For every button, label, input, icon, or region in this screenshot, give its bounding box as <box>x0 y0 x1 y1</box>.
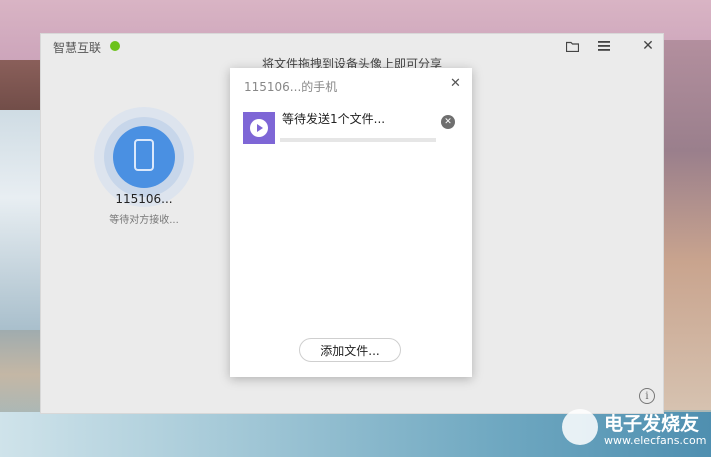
device-name: 115106... <box>115 192 173 206</box>
file-progress-bar <box>280 138 436 142</box>
file-status-label: 等待发送1个文件... <box>282 112 386 126</box>
dialog-close-icon[interactable]: ✕ <box>450 76 461 91</box>
device-status: 等待对方接收... <box>109 215 179 226</box>
transfer-dialog: 115106...的手机 ✕ 等待发送1个文件... ✕ 添加文件... <box>230 68 472 377</box>
watermark: 电子发烧友 www.elecfans.com <box>560 405 706 451</box>
add-file-button[interactable]: 添加文件... <box>299 338 401 362</box>
app-title: 智慧互联 <box>53 41 102 55</box>
watermark-brand: 电子发烧友 <box>604 413 700 435</box>
close-icon[interactable]: ✕ <box>640 38 656 54</box>
folder-icon[interactable] <box>564 38 580 54</box>
phone-icon <box>134 139 154 175</box>
watermark-url: www.elecfans.com <box>604 434 707 447</box>
desktop-scenery-right <box>661 40 711 410</box>
desktop-waterfall <box>0 110 42 330</box>
online-status-dot <box>110 41 120 51</box>
watermark-logo-icon <box>562 409 598 445</box>
device-avatar[interactable] <box>113 126 175 188</box>
info-icon[interactable]: i <box>639 388 655 404</box>
menu-icon[interactable] <box>596 38 612 54</box>
cancel-transfer-icon[interactable]: ✕ <box>441 115 455 129</box>
dialog-title: 115106...的手机 <box>244 80 338 94</box>
video-file-icon <box>243 112 275 144</box>
